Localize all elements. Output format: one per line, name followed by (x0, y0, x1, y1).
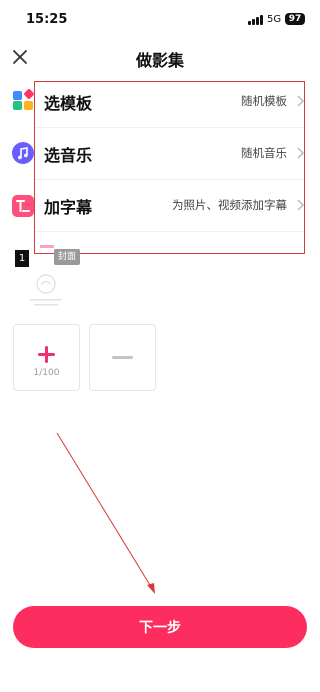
menu-item-value: 随机模板 (241, 94, 287, 108)
next-step-button[interactable]: 下一步 (13, 606, 307, 648)
page-title: 做影集 (135, 51, 184, 70)
plus-icon (45, 346, 48, 363)
add-media-button[interactable]: 1/100 (13, 324, 80, 391)
template-grid-icon (12, 89, 34, 111)
minus-icon (112, 356, 133, 359)
status-bar: 15:25 5G 97 (0, 0, 320, 40)
thumbnail-index[interactable]: 1 (15, 250, 29, 267)
signal-icon (248, 15, 264, 25)
music-note-icon (12, 142, 34, 164)
remove-media-button[interactable] (89, 324, 156, 391)
photo-thumbnail[interactable] (26, 272, 66, 314)
menu-item-label: 加字幕 (44, 198, 93, 217)
menu-item-subtitle[interactable]: 加字幕 为照片、视频添加字幕 (34, 180, 305, 232)
menu-item-value: 随机音乐 (241, 146, 287, 160)
menu-item-music[interactable]: 选音乐 随机音乐 (34, 128, 305, 180)
network-type: 5G (267, 14, 282, 25)
subtitle-icon (12, 195, 34, 217)
chevron-right-icon (297, 95, 305, 107)
battery-icon: 97 (285, 13, 305, 25)
chevron-right-icon (297, 199, 305, 211)
media-count: 1/100 (33, 368, 60, 378)
menu-item-value: 为照片、视频添加字幕 (172, 198, 287, 212)
menu-item-template[interactable]: 选模板 随机模板 (34, 76, 305, 128)
nav-bar: 做影集 (0, 40, 320, 74)
chevron-right-icon (297, 147, 305, 159)
menu-item-label: 选音乐 (44, 146, 93, 165)
status-time: 15:25 (26, 12, 68, 27)
menu-item-label: 选模板 (44, 94, 93, 113)
thumbnail-selection-bar (40, 245, 54, 248)
cover-badge[interactable]: 封面 (54, 249, 80, 265)
